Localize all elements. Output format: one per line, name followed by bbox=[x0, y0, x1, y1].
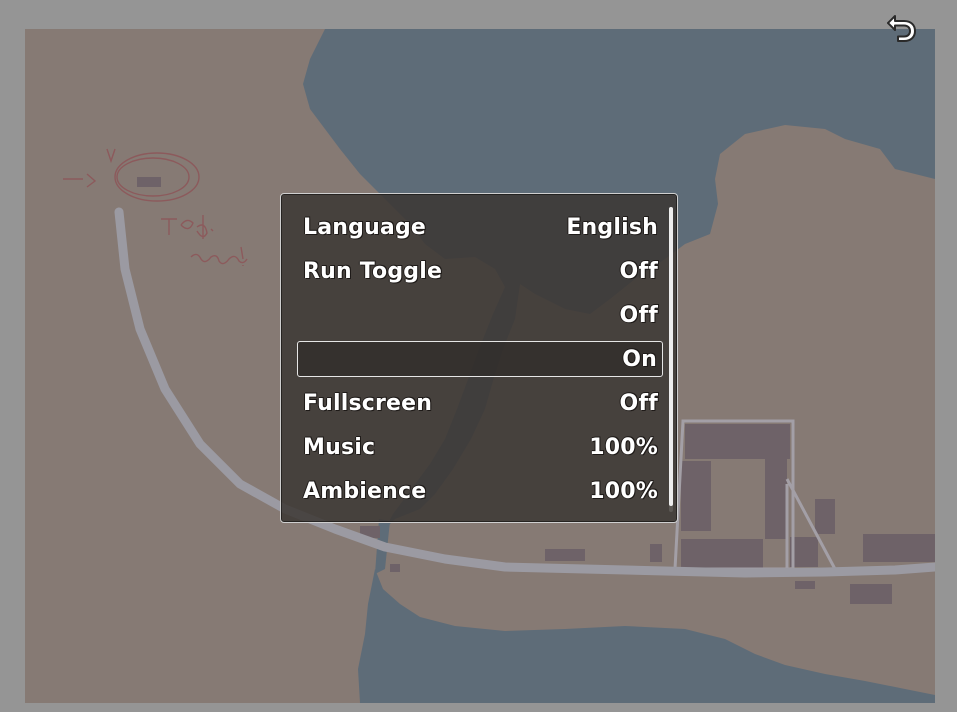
setting-label: Language bbox=[303, 214, 427, 240]
setting-row-unlabeled-1[interactable]: Off bbox=[297, 297, 663, 333]
setting-label: Music bbox=[303, 434, 376, 460]
setting-value: English bbox=[566, 214, 658, 240]
scrollbar-thumb[interactable] bbox=[669, 207, 673, 506]
setting-row-fullscreen[interactable]: Fullscreen Off bbox=[297, 385, 663, 421]
back-button[interactable] bbox=[884, 12, 920, 44]
setting-label: Run Toggle bbox=[303, 258, 443, 284]
undo-arrow-icon bbox=[887, 15, 916, 42]
setting-value: 100% bbox=[589, 434, 658, 460]
setting-value: 100% bbox=[589, 478, 658, 504]
setting-value: Off bbox=[619, 258, 658, 284]
settings-scrollbar[interactable] bbox=[669, 207, 673, 512]
setting-value: Off bbox=[619, 302, 658, 328]
setting-row-language[interactable]: Language English bbox=[297, 209, 663, 245]
setting-row-unlabeled-2[interactable]: On bbox=[297, 341, 663, 377]
setting-label: Fullscreen bbox=[303, 390, 433, 416]
setting-value: Off bbox=[619, 390, 658, 416]
setting-row-ambience[interactable]: Ambience 100% bbox=[297, 473, 663, 509]
setting-row-run-toggle[interactable]: Run Toggle Off bbox=[297, 253, 663, 289]
game-screen: Language English Run Toggle Off Off On F… bbox=[0, 0, 957, 712]
settings-panel: Language English Run Toggle Off Off On F… bbox=[280, 193, 678, 523]
setting-label: Ambience bbox=[303, 478, 427, 504]
setting-value: On bbox=[622, 346, 657, 372]
setting-row-music[interactable]: Music 100% bbox=[297, 429, 663, 465]
